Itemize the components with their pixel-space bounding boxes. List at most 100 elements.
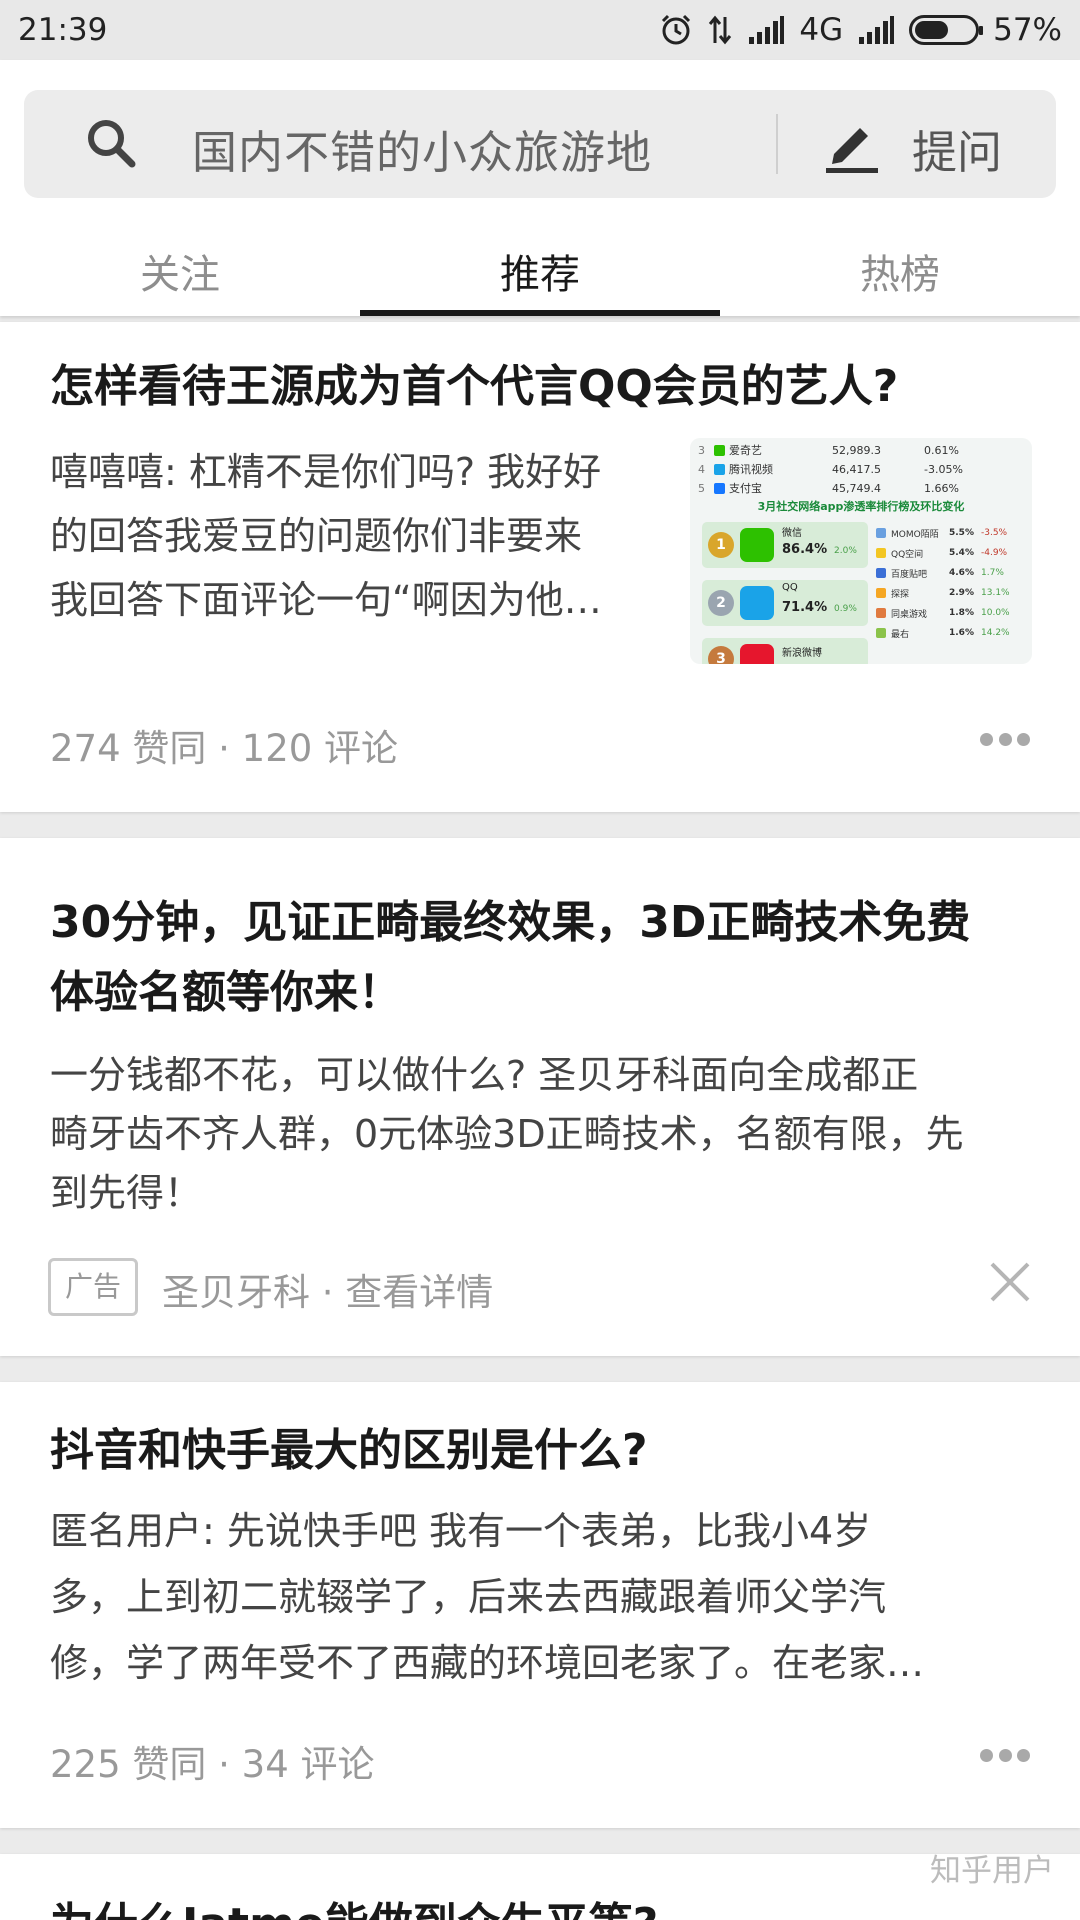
excerpt-line: 的回答我爱豆的问题你们非要来 [50,514,583,558]
thumb-app-name: 腾讯视频 [729,463,773,476]
excerpt-line: 嘻嘻嘻: 杠精不是你们吗? 我好好 [50,450,602,494]
thumb-pct: 1.6% [949,628,974,638]
thumb-rank: 3 [698,443,705,457]
thumb-delta: 1.7% [981,568,1004,578]
thumb-row: 5 支付宝 45,749.4 1.66% [698,478,959,498]
watermark: 知乎用户 [930,1853,1054,1889]
ad-badge: 广告 [48,1258,138,1316]
thumb-chart-title: 3月社交网络app渗透率排行榜及环比变化 [757,500,965,513]
more-options-icon[interactable] [980,732,1030,746]
feed-card-answer[interactable]: 怎样看待王源成为首个代言QQ会员的艺人? 嘻嘻嘻: 杠精不是你们吗? 我好好 的… [0,322,1080,812]
close-icon[interactable] [988,1260,1032,1304]
tencent-video-icon [714,463,725,475]
thumb-list-row: 探探 2.9% 13.1% [876,584,1010,602]
game-icon [876,608,886,618]
thumb-pct: 4.6% [949,568,974,578]
alipay-icon [714,482,725,494]
signal-icon-2 [857,15,895,45]
excerpt-line: 到先得！ [50,1171,203,1215]
excerpt-line: 我回答下面评论一句“啊因为他… [50,578,602,622]
card-title[interactable]: 为什么Iatme能做到众生平等? [50,1890,658,1920]
title-line: 体验名额等你来！ [50,967,402,1018]
battery-fill [915,21,949,39]
feed-card-answer[interactable]: 为什么Iatme能做到众生平等? [0,1854,1080,1920]
thumb-delta: 2.0% [834,546,857,556]
thumb-big-pct: 71.4% [782,600,828,615]
thumb-rank: 4 [698,462,705,476]
tab-follow[interactable]: 关注 [0,230,360,316]
momo-icon [876,528,886,538]
thumb-app-name: 支付宝 [729,482,762,495]
thumb-list-row: MOMO陌陌 5.5% -3.5% [876,524,1007,542]
app-screen: { "status": { "time": "21:39", "network"… [0,0,1080,1920]
excerpt-line: 多，上到初二就辍学了，后来去西藏跟着师父学汽 [50,1575,887,1619]
card-title[interactable]: 怎样看待王源成为首个代言QQ会员的艺人? [50,352,898,422]
thumb-pct: 0.61% [924,443,959,457]
thumb-app-name: 最右 [891,629,910,640]
card-meta: 274 赞同 · 120 评论 [50,727,399,770]
thumb-list-row: 同桌游戏 1.8% 10.0% [876,604,1010,622]
thumb-delta: 14.2% [981,628,1010,638]
more-options-icon[interactable] [980,1748,1030,1762]
thumb-delta: -3.5% [981,528,1008,538]
thumb-delta: 13.1% [981,588,1010,598]
search-icon[interactable] [82,114,142,174]
network-type: 4G [799,12,844,48]
card-meta: 225 赞同 · 34 评论 [50,1743,375,1786]
thumb-row: 4 腾讯视频 46,417.5 -3.05% [698,459,963,479]
feed-card-ad[interactable]: 30分钟，见证正畸最终效果，3D正畸技术免费 体验名额等你来！ 一分钱都不花，可… [0,838,1080,1356]
title-line: 30分钟，见证正畸最终效果，3D正畸技术免费 [50,897,971,948]
thumb-app-name: MOMO陌陌 [891,529,939,540]
alarm-icon [659,13,693,47]
ask-button[interactable]: 提问 [912,116,1002,181]
iqiyi-icon [714,444,725,456]
card-excerpt[interactable]: 一分钱都不花，可以做什么? 圣贝牙科面向全成都正 畸牙齿不齐人群，0元体验3D正… [50,1046,1040,1223]
status-time: 21:39 [18,12,108,48]
excerpt-line: 匿名用户: 先说快手吧 我有一个表弟，比我小4岁 [50,1509,872,1553]
thumb-app-name: 探探 [891,589,910,600]
card-excerpt[interactable]: 匿名用户: 先说快手吧 我有一个表弟，比我小4岁 多，上到初二就辍学了，后来去西… [50,1498,1040,1696]
card-title[interactable]: 抖音和快手最大的区别是什么? [50,1416,648,1486]
excerpt-line: 一分钱都不花，可以做什么? 圣贝牙科面向全成都正 [50,1053,919,1097]
thumb-pct: 1.8% [949,608,974,618]
qq-icon [740,586,774,620]
search-input[interactable]: 国内不错的小众旅游地 [192,116,652,181]
thumb-rank: 5 [698,481,705,495]
thumb-big-pct: 86.4% [782,542,828,557]
rank-badge: 1 [708,532,734,558]
thumb-delta: 0.9% [834,604,857,614]
thumb-pct: 2.9% [949,588,974,598]
thumb-list-row: 百度贴吧 4.6% 1.7% [876,564,1004,582]
signal-icon [747,15,785,45]
tieba-icon [876,568,886,578]
wechat-icon [740,528,774,562]
status-bar: 21:39 4G 57% [0,0,1080,60]
thumb-list-row: QQ空间 5.4% -4.9% [876,544,1007,562]
battery-percent: 57% [993,12,1062,48]
feed-tabs: 关注 推荐 热榜 [0,230,1080,316]
feed-card-answer[interactable]: 抖音和快手最大的区别是什么? 匿名用户: 先说快手吧 我有一个表弟，比我小4岁 … [0,1382,1080,1828]
thumb-app-name: 百度贴吧 [891,569,928,580]
thumb-delta: -4.9% [981,548,1008,558]
tab-hot[interactable]: 热榜 [720,230,1080,316]
card-excerpt[interactable]: 嘻嘻嘻: 杠精不是你们吗? 我好好 的回答我爱豆的问题你们非要来 我回答下面评论… [50,440,670,632]
search-bar[interactable]: 国内不错的小众旅游地 提问 [24,90,1056,198]
excerpt-line: 修，学了两年受不了西藏的环境回老家了。在老家… [50,1641,925,1685]
thumb-app-name: 同桌游戏 [891,609,928,620]
card-title[interactable]: 30分钟，见证正畸最终效果，3D正畸技术免费 体验名额等你来！ [50,888,970,1028]
thumb-pct: 5.5% [949,528,974,538]
thumb-pct: 1.66% [924,481,959,495]
battery-icon [909,15,984,45]
thumb-value: 46,417.5 [832,462,881,476]
zuiyou-icon [876,628,886,638]
thumb-value: 52,989.3 [832,443,881,457]
tantan-icon [876,588,886,598]
thumb-delta: 10.0% [981,608,1010,618]
chart-thumbnail[interactable]: 3 爱奇艺 52,989.3 0.61% 4 腾讯视频 46,417.5 -3.… [690,438,1032,664]
thumb-list-row: 最右 1.6% 14.2% [876,624,1010,642]
tab-recommend[interactable]: 推荐 [360,230,720,316]
thumb-pct: -3.05% [924,462,963,476]
ad-meta[interactable]: 圣贝牙科 · 查看详情 [162,1262,493,1316]
pen-icon[interactable] [820,112,884,176]
status-icons: 4G 57% [659,12,1062,48]
